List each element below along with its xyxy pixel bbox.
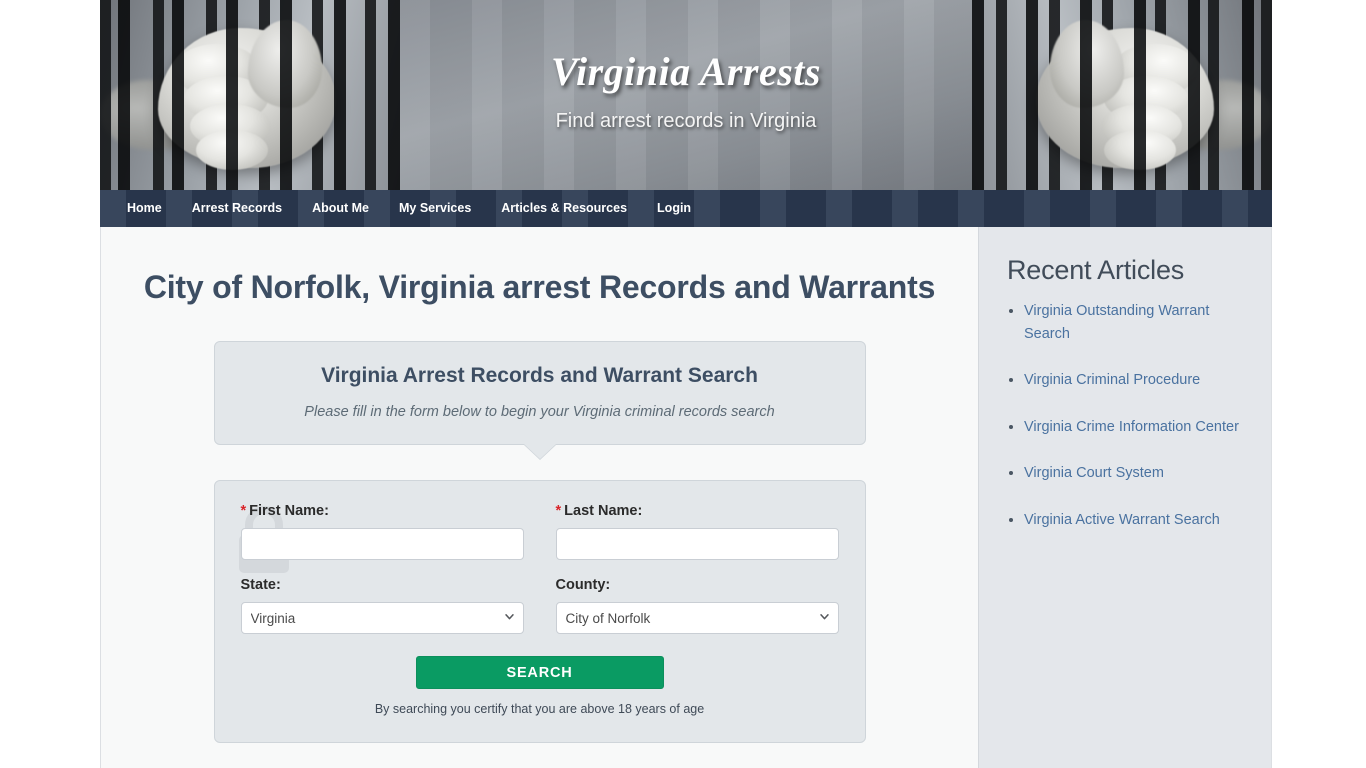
- sidebar: Recent Articles Virginia Outstanding War…: [978, 227, 1271, 768]
- nav-item-articles-resources[interactable]: Articles & Resources: [486, 190, 642, 227]
- state-select[interactable]: Virginia: [240, 602, 524, 635]
- nav-list: Home Arrest Records About Me My Services…: [100, 190, 1272, 227]
- last-name-input[interactable]: [555, 528, 839, 561]
- age-disclaimer: By searching you certify that you are ab…: [374, 702, 705, 717]
- callout-subtitle: Please fill in the form below to begin y…: [304, 404, 775, 421]
- county-select[interactable]: City of Norfolk: [555, 602, 839, 635]
- state-field-group: State: Virginia: [240, 577, 524, 635]
- nav-item-my-services[interactable]: My Services: [384, 190, 486, 227]
- banner-text-block: Virginia Arrests Find arrest records in …: [100, 50, 1272, 133]
- required-marker: *: [240, 503, 247, 520]
- first-name-label: * First Name:: [241, 503, 524, 519]
- first-name-label-text: First Name:: [249, 503, 329, 520]
- last-name-field-group: * Last Name:: [555, 503, 839, 561]
- first-name-input[interactable]: [240, 528, 524, 561]
- nav-item-about-me[interactable]: About Me: [297, 190, 384, 227]
- county-label: County:: [555, 577, 611, 594]
- sidebar-link-crime-information-center[interactable]: Virginia Crime Information Center: [1024, 419, 1239, 435]
- sidebar-link-court-system[interactable]: Virginia Court System: [1024, 465, 1164, 481]
- arrest-search-form: * First Name: * Last Name: State: Virgin…: [213, 480, 866, 744]
- list-item: Virginia Crime Information Center: [1024, 416, 1249, 439]
- page-root: Virginia Arrests Find arrest records in …: [0, 0, 1366, 768]
- state-label: State:: [240, 577, 281, 594]
- list-item: Virginia Criminal Procedure: [1024, 369, 1249, 392]
- search-button[interactable]: SEARCH: [415, 656, 664, 690]
- site-title: Virginia Arrests: [551, 49, 821, 94]
- main-content-column: City of Norfolk, Virginia arrest Records…: [101, 227, 978, 768]
- search-button-row: SEARCH: [241, 656, 839, 690]
- name-fields-row: * First Name: * Last Name:: [240, 503, 839, 561]
- recent-articles-list: Virginia Outstanding Warrant Search Virg…: [1007, 300, 1249, 532]
- first-name-field-group: * First Name:: [240, 503, 524, 561]
- callout-arrow-icon: [523, 444, 556, 460]
- content-wrapper: City of Norfolk, Virginia arrest Records…: [100, 227, 1272, 768]
- nav-item-arrest-records[interactable]: Arrest Records: [177, 190, 297, 227]
- sidebar-link-outstanding-warrant-search[interactable]: Virginia Outstanding Warrant Search: [1024, 303, 1209, 342]
- location-fields-row: State: Virginia County: City of Norfolk: [240, 577, 839, 635]
- main-navigation: Home Arrest Records About Me My Services…: [100, 190, 1272, 227]
- nav-item-login[interactable]: Login: [642, 190, 706, 227]
- nav-item-home[interactable]: Home: [112, 190, 177, 227]
- site-tagline: Find arrest records in Virginia: [555, 110, 817, 132]
- search-callout: Virginia Arrest Records and Warrant Sear…: [213, 341, 866, 460]
- sidebar-link-active-warrant-search[interactable]: Virginia Active Warrant Search: [1024, 512, 1220, 528]
- last-name-label: * Last Name:: [556, 503, 839, 519]
- sidebar-link-criminal-procedure[interactable]: Virginia Criminal Procedure: [1024, 372, 1200, 388]
- list-item: Virginia Outstanding Warrant Search: [1024, 300, 1249, 345]
- sidebar-title: Recent Articles: [1007, 255, 1185, 285]
- site-banner: Virginia Arrests Find arrest records in …: [100, 0, 1272, 190]
- last-name-label-text: Last Name:: [564, 503, 643, 520]
- state-select-wrapper: Virginia: [240, 602, 524, 635]
- page-title: City of Norfolk, Virginia arrest Records…: [143, 269, 936, 305]
- county-field-group: County: City of Norfolk: [555, 577, 839, 635]
- county-select-wrapper: City of Norfolk: [555, 602, 839, 635]
- callout-title: Virginia Arrest Records and Warrant Sear…: [321, 364, 758, 388]
- list-item: Virginia Active Warrant Search: [1024, 509, 1249, 532]
- list-item: Virginia Court System: [1024, 462, 1249, 485]
- required-marker: *: [555, 503, 562, 520]
